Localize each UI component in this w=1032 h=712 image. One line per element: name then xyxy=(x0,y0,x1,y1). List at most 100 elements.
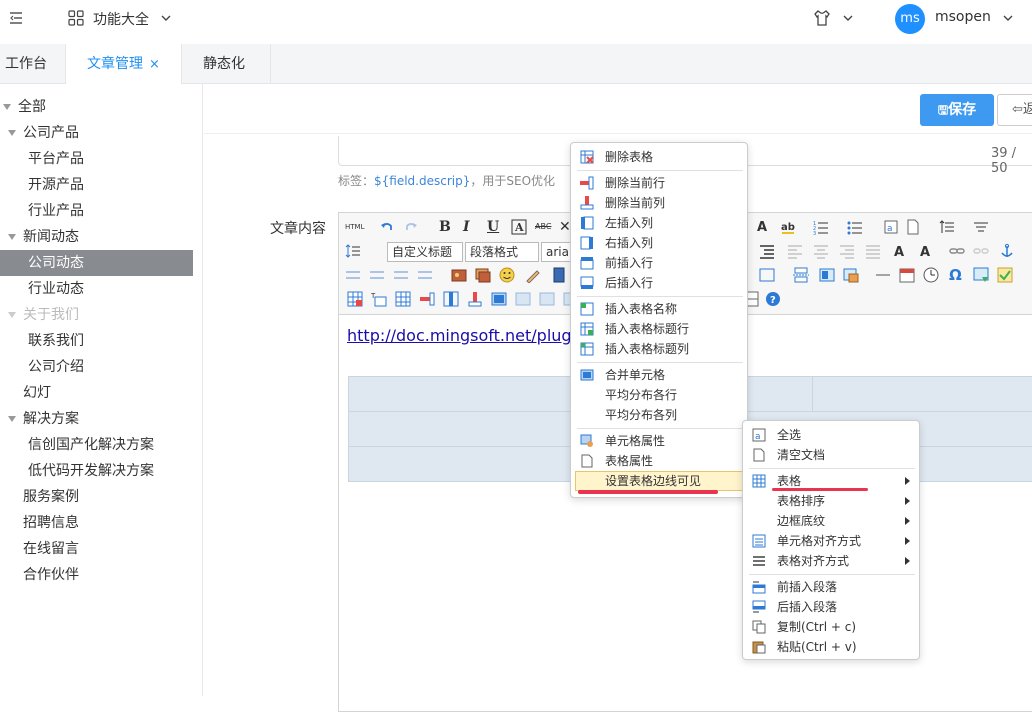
menu-item-distribute-rows[interactable]: 平均分布各行 xyxy=(571,385,747,405)
menu-item-insert-row-after[interactable]: 后插入行 xyxy=(571,273,747,293)
merge-right-icon[interactable] xyxy=(515,291,531,307)
image-none-icon[interactable] xyxy=(345,267,361,283)
menu-item-insert-paragraph-after[interactable]: 后插入段落 xyxy=(743,597,919,617)
menu-item-clear-doc[interactable]: 清空文档 xyxy=(743,445,919,465)
special-char-icon[interactable]: Ω xyxy=(949,267,965,283)
chevron-down-icon[interactable] xyxy=(160,12,172,24)
bold-icon[interactable]: B xyxy=(439,219,455,235)
tree-item[interactable]: 联系我们 xyxy=(0,328,193,354)
strikethrough-icon[interactable]: ABC xyxy=(535,219,553,235)
menu-item-show-table-borders[interactable]: 设置表格边线可见 xyxy=(571,471,747,491)
back-button[interactable]: ⇦返 xyxy=(997,94,1032,126)
menu-item-table-align[interactable]: 表格对齐方式 xyxy=(743,551,919,571)
menu-item-delete-row[interactable]: 删除当前行 xyxy=(571,173,747,193)
align-justify-icon[interactable] xyxy=(865,243,881,259)
menu-item-table-sort[interactable]: 表格排序 xyxy=(743,491,919,511)
editor-link[interactable]: http://doc.mingsoft.net/plugs xyxy=(347,326,580,345)
menu-item-cell-properties[interactable]: 单元格属性 xyxy=(571,431,747,451)
template-icon[interactable] xyxy=(819,267,835,283)
menu-item-insert-paragraph-before[interactable]: 前插入段落 xyxy=(743,577,919,597)
row-spacing-bottom-icon[interactable] xyxy=(973,219,989,235)
tree-item[interactable]: 行业动态 xyxy=(0,276,193,302)
caret-down-icon[interactable] xyxy=(8,234,16,240)
tree-item[interactable]: 低代码开发解决方案 xyxy=(0,458,193,484)
close-icon[interactable]: × xyxy=(149,57,160,72)
delete-row-icon[interactable] xyxy=(419,291,435,307)
menu-item-select-all[interactable]: a 全选 xyxy=(743,425,919,445)
save-button[interactable]: 🖫保存 xyxy=(920,94,994,126)
tree-item-about-us[interactable]: 关于我们 xyxy=(0,302,193,328)
tree-item-company-news[interactable]: 公司动态 xyxy=(0,250,193,276)
font-border-icon[interactable]: A xyxy=(511,219,527,235)
insert-code-icon[interactable] xyxy=(973,267,989,283)
tree-item[interactable]: 合作伙伴 xyxy=(0,562,193,588)
anchor-icon[interactable] xyxy=(999,243,1015,259)
caret-down-icon[interactable] xyxy=(8,312,16,318)
menu-item-insert-title-row[interactable]: 插入表格标题行 xyxy=(571,319,747,339)
italic-icon[interactable]: I xyxy=(463,219,479,235)
theme-shirt-icon[interactable] xyxy=(812,8,832,28)
insert-frame-icon[interactable] xyxy=(759,267,775,283)
insert-col-icon[interactable] xyxy=(443,291,459,307)
menu-item-insert-col-left[interactable]: 左插入列 xyxy=(571,213,747,233)
date-icon[interactable] xyxy=(899,267,915,283)
tab-workbench[interactable]: 工作台 xyxy=(0,44,66,84)
image-center-icon[interactable] xyxy=(417,267,433,283)
align-left-icon[interactable] xyxy=(787,243,803,259)
tree-item[interactable]: 信创国产化解决方案 xyxy=(0,432,193,458)
image-icon[interactable] xyxy=(451,267,467,283)
menu-item-copy[interactable]: 复制(Ctrl + c) xyxy=(743,617,919,637)
font-color-icon[interactable]: A xyxy=(756,219,772,235)
emotion-icon[interactable] xyxy=(499,267,515,283)
help-icon[interactable]: ? xyxy=(765,291,781,307)
tree-item-solutions[interactable]: 解决方案 xyxy=(0,406,193,432)
chevron-down-icon[interactable] xyxy=(842,12,854,24)
multi-image-icon[interactable] xyxy=(475,267,491,283)
menu-item-delete-col[interactable]: 删除当前列 xyxy=(571,193,747,213)
menu-item-insert-col-right[interactable]: 右插入列 xyxy=(571,233,747,253)
caret-down-icon[interactable] xyxy=(3,104,11,110)
tree-item[interactable]: 行业产品 xyxy=(0,198,193,224)
caret-down-icon[interactable] xyxy=(8,416,16,422)
align-center-icon[interactable] xyxy=(813,243,829,259)
page-break-icon[interactable] xyxy=(793,267,809,283)
row-spacing-top-icon[interactable] xyxy=(939,219,955,235)
unlink-icon[interactable] xyxy=(973,243,989,259)
menu-item-delete-table[interactable]: 删除表格 xyxy=(571,147,747,167)
insert-table-icon[interactable] xyxy=(347,291,363,307)
menu-item-insert-title-col[interactable]: 插入表格标题列 xyxy=(571,339,747,359)
tree-item[interactable]: 在线留言 xyxy=(0,536,193,562)
custom-title-select[interactable]: 自定义标题 xyxy=(387,242,463,262)
background-icon[interactable] xyxy=(843,267,859,283)
line-height-icon[interactable] xyxy=(345,243,361,259)
menu-item-cell-align[interactable]: 单元格对齐方式 xyxy=(743,531,919,551)
undo-icon[interactable] xyxy=(379,219,395,235)
time-icon[interactable] xyxy=(923,267,939,283)
tree-item-news[interactable]: 新闻动态 xyxy=(0,224,193,250)
menu-item-insert-row-before[interactable]: 前插入行 xyxy=(571,253,747,273)
align-right-icon[interactable] xyxy=(839,243,855,259)
menu-toggle-icon[interactable] xyxy=(6,8,26,28)
menu-item-border-shading[interactable]: 边框底纹 xyxy=(743,511,919,531)
scrawl-icon[interactable] xyxy=(525,267,541,283)
merge-cells-icon[interactable] xyxy=(491,291,507,307)
spellcheck-icon[interactable] xyxy=(997,267,1013,283)
caret-down-icon[interactable] xyxy=(8,130,16,136)
function-menu-label[interactable]: 功能大全 xyxy=(93,9,149,29)
tree-item[interactable]: 幻灯 xyxy=(0,380,193,406)
merge-down-icon[interactable] xyxy=(539,291,555,307)
image-right-icon[interactable] xyxy=(393,267,409,283)
underline-icon[interactable]: U xyxy=(487,219,503,235)
horizontal-rule-icon[interactable] xyxy=(875,267,891,283)
ordered-list-icon[interactable]: 123 xyxy=(813,219,829,235)
menu-item-insert-caption[interactable]: 插入表格名称 xyxy=(571,299,747,319)
select-all-icon[interactable]: a xyxy=(883,219,899,235)
text-direction-rtl-icon[interactable]: A xyxy=(919,243,935,259)
tree-item[interactable]: 开源产品 xyxy=(0,172,193,198)
text-direction-ltr-icon[interactable]: A xyxy=(893,243,909,259)
tab-article-management[interactable]: 文章管理 × xyxy=(66,44,182,84)
tree-item[interactable]: 公司介绍 xyxy=(0,354,193,380)
image-left-icon[interactable] xyxy=(369,267,385,283)
user-name[interactable]: msopen xyxy=(935,9,991,25)
menu-item-distribute-cols[interactable]: 平均分布各列 xyxy=(571,405,747,425)
